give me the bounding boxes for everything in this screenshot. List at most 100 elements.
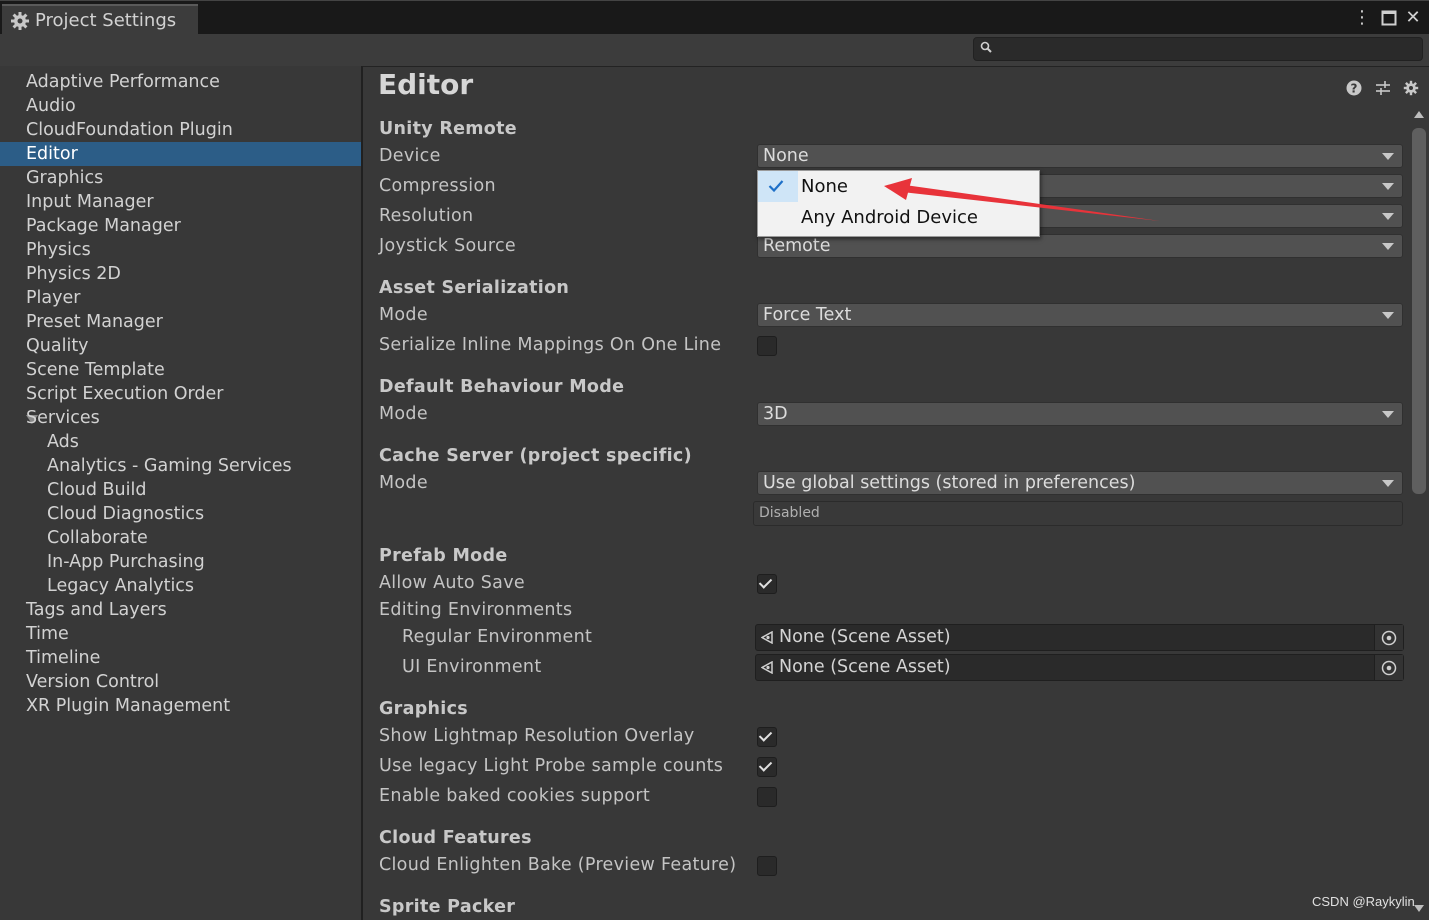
- object-picker-icon[interactable]: [1374, 625, 1403, 650]
- close-icon[interactable]: ✕: [1403, 7, 1423, 29]
- sidebar-item-legacy-analytics[interactable]: Legacy Analytics: [0, 574, 361, 598]
- tab-title: Project Settings: [35, 10, 177, 31]
- cloud-enlighten-label: Cloud Enlighten Bake (Preview Feature): [379, 855, 737, 875]
- sidebar-item-time[interactable]: Time: [0, 622, 361, 646]
- sidebar-item-in-app-purchasing[interactable]: In-App Purchasing: [0, 550, 361, 574]
- project-settings-tab[interactable]: Project Settings: [2, 4, 198, 35]
- regular-environment-value: None (Scene Asset): [779, 627, 951, 647]
- search-input[interactable]: [973, 37, 1423, 61]
- sidebar-item-label: In-App Purchasing: [47, 552, 205, 572]
- scrollbar-thumb[interactable]: [1412, 128, 1426, 494]
- sidebar-item-tags-and-layers[interactable]: Tags and Layers: [0, 598, 361, 622]
- sidebar-item-player[interactable]: Player: [0, 286, 361, 310]
- sidebar-item-script-execution-order[interactable]: Script Execution Order: [0, 382, 361, 406]
- cache-mode-label: Mode: [379, 473, 428, 493]
- sidebar-item-graphics[interactable]: Graphics: [0, 166, 361, 190]
- page-title: Editor: [378, 68, 474, 101]
- baked-cookies-checkbox[interactable]: [757, 787, 777, 807]
- sidebar-item-label: Quality: [26, 336, 89, 356]
- sidebar-item-label: Adaptive Performance: [26, 72, 220, 92]
- scroll-down-arrow-icon[interactable]: [1414, 905, 1424, 912]
- cache-status-text: Disabled: [759, 505, 820, 521]
- cloud-enlighten-checkbox[interactable]: [757, 856, 777, 876]
- sidebar-item-quality[interactable]: Quality: [0, 334, 361, 358]
- sidebar-item-label: Script Execution Order: [26, 384, 224, 404]
- sidebar-item-label: XR Plugin Management: [26, 696, 231, 716]
- preset-icon[interactable]: [1375, 80, 1391, 96]
- ui-environment-value: None (Scene Asset): [779, 657, 951, 677]
- chevron-down-icon: [1382, 312, 1394, 319]
- sidebar-item-input-manager[interactable]: Input Manager: [0, 190, 361, 214]
- sidebar-item-physics-2d[interactable]: Physics 2D: [0, 262, 361, 286]
- title-bar: Project Settings ⋮ ✕: [0, 0, 1429, 35]
- popup-option-any-android[interactable]: Any Android Device: [758, 202, 1039, 233]
- sidebar-item-version-control[interactable]: Version Control: [0, 670, 361, 694]
- sidebar-item-label: CloudFoundation Plugin: [26, 120, 233, 140]
- object-picker-icon[interactable]: [1374, 655, 1403, 680]
- serialization-mode-dropdown[interactable]: Force Text: [757, 303, 1403, 327]
- ui-environment-label: UI Environment: [402, 657, 542, 677]
- compression-label: Compression: [379, 176, 496, 196]
- sidebar-item-label: Audio: [26, 96, 76, 116]
- chevron-down-icon: [1382, 213, 1394, 220]
- sidebar-item-collaborate[interactable]: Collaborate: [0, 526, 361, 550]
- svg-text:?: ?: [1351, 82, 1358, 96]
- sidebar-item-label: Scene Template: [26, 360, 165, 380]
- inline-mappings-label: Serialize Inline Mappings On One Line: [379, 335, 722, 355]
- settings-gear-icon[interactable]: [1403, 80, 1419, 96]
- scene-asset-icon: [761, 631, 773, 644]
- scroll-up-arrow-icon[interactable]: [1414, 111, 1424, 118]
- sidebar-item-package-manager[interactable]: Package Manager: [0, 214, 361, 238]
- watermark: CSDN @Raykylin: [1312, 894, 1415, 909]
- sidebar-item-label: Editor: [26, 144, 78, 164]
- section-prefab-mode: Prefab Mode: [379, 546, 508, 566]
- sidebar-item-physics[interactable]: Physics: [0, 238, 361, 262]
- chevron-down-icon: [1382, 480, 1394, 487]
- section-unity-remote: Unity Remote: [379, 119, 517, 139]
- device-dropdown[interactable]: None: [757, 144, 1403, 168]
- baked-cookies-label: Enable baked cookies support: [379, 786, 651, 806]
- chevron-down-icon: [1382, 411, 1394, 418]
- sidebar-item-label: Tags and Layers: [26, 600, 167, 620]
- cache-status-field: Disabled: [753, 501, 1403, 526]
- cache-mode-dropdown[interactable]: Use global settings (stored in preferenc…: [757, 471, 1403, 495]
- checkmark-icon: [758, 575, 773, 589]
- resolution-label: Resolution: [379, 206, 474, 226]
- scene-asset-icon: [761, 661, 773, 674]
- behaviour-mode-value: 3D: [763, 404, 788, 424]
- sidebar-item-services[interactable]: Services: [0, 406, 361, 430]
- menu-icon[interactable]: ⋮: [1352, 7, 1372, 29]
- sidebar-item-adaptive-performance[interactable]: Adaptive Performance: [0, 70, 361, 94]
- sidebar-item-cloud-build[interactable]: Cloud Build: [0, 478, 361, 502]
- sidebar-item-ads[interactable]: Ads: [0, 430, 361, 454]
- behaviour-mode-dropdown[interactable]: 3D: [757, 402, 1403, 426]
- sidebar-item-editor[interactable]: Editor: [0, 142, 361, 166]
- popup-option-none[interactable]: None: [758, 171, 1039, 202]
- sidebar-item-label: Ads: [47, 432, 79, 452]
- maximize-icon[interactable]: [1379, 7, 1399, 29]
- light-probe-label: Use legacy Light Probe sample counts: [379, 756, 724, 776]
- popup-option-label: Any Android Device: [801, 207, 978, 228]
- sidebar-item-scene-template[interactable]: Scene Template: [0, 358, 361, 382]
- ui-environment-field[interactable]: None (Scene Asset): [755, 654, 1404, 681]
- lightmap-overlay-checkbox[interactable]: [757, 727, 777, 747]
- sidebar-item-preset-manager[interactable]: Preset Manager: [0, 310, 361, 334]
- joystick-source-dropdown[interactable]: Remote: [757, 234, 1403, 258]
- sidebar-item-audio[interactable]: Audio: [0, 94, 361, 118]
- sidebar-item-xr-plugin-management[interactable]: XR Plugin Management: [0, 694, 361, 718]
- inline-mappings-checkbox[interactable]: [757, 336, 777, 356]
- chevron-down-icon: [1382, 183, 1394, 190]
- help-icon[interactable]: ?: [1346, 80, 1362, 96]
- sidebar-item-cloudfoundation-plugin[interactable]: CloudFoundation Plugin: [0, 118, 361, 142]
- sidebar-item-label: Graphics: [26, 168, 104, 188]
- allow-auto-save-checkbox[interactable]: [757, 574, 777, 594]
- sidebar-item-label: Legacy Analytics: [47, 576, 195, 596]
- sidebar-item-cloud-diagnostics[interactable]: Cloud Diagnostics: [0, 502, 361, 526]
- regular-environment-field[interactable]: None (Scene Asset): [755, 624, 1404, 651]
- regular-environment-label: Regular Environment: [402, 627, 593, 647]
- light-probe-checkbox[interactable]: [757, 757, 777, 777]
- section-cloud-features: Cloud Features: [379, 828, 532, 848]
- joystick-source-label: Joystick Source: [379, 236, 516, 256]
- sidebar-item-analytics-gaming-services[interactable]: Analytics - Gaming Services: [0, 454, 361, 478]
- sidebar-item-timeline[interactable]: Timeline: [0, 646, 361, 670]
